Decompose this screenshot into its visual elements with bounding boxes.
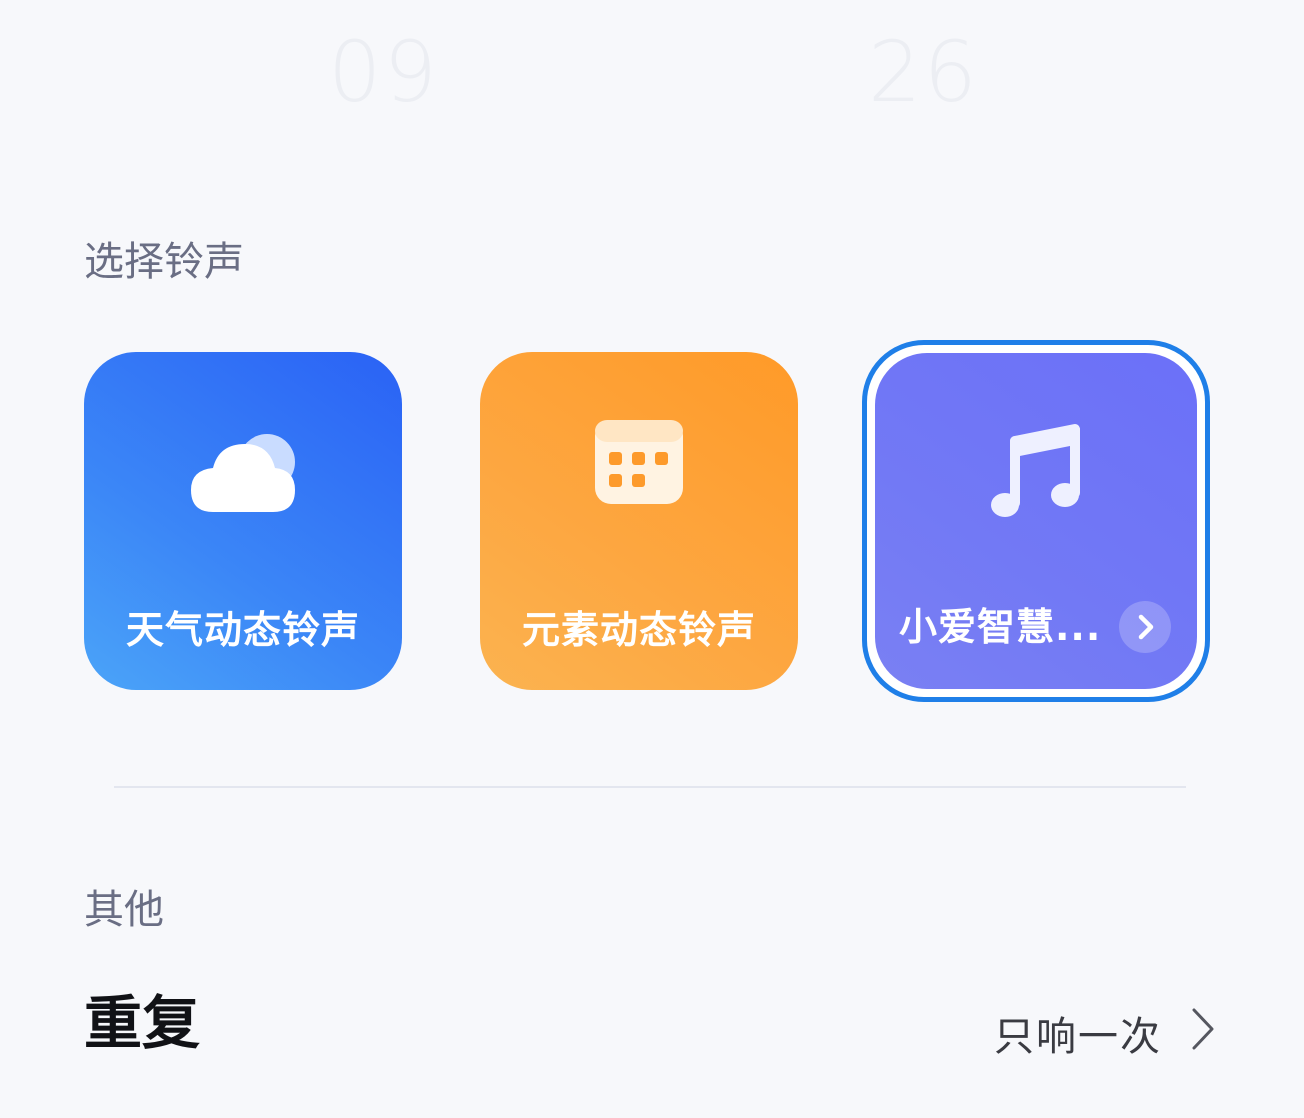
chevron-right-icon: [1138, 614, 1154, 640]
element-ringtone-label: 元素动态铃声: [521, 608, 756, 652]
repeat-label: 重复: [84, 989, 201, 1057]
ringtone-section-title: 选择铃声: [84, 239, 244, 285]
repeat-setting-row[interactable]: 重复 只响一次: [84, 990, 1224, 1064]
xiaoai-ringtone-card[interactable]: 小爱智慧...: [875, 353, 1197, 689]
hours-value[interactable]: 09: [328, 30, 439, 114]
xiaoai-ringtone-card-selected[interactable]: 小爱智慧...: [862, 340, 1210, 702]
xiaoai-ringtone-label: 小爱智慧...: [899, 605, 1102, 649]
other-section-title: 其他: [84, 887, 164, 933]
element-ringtone-card[interactable]: 元素动态铃声: [480, 352, 798, 690]
cloud-icon: [191, 434, 295, 512]
chevron-right-icon: [1192, 1008, 1214, 1050]
xiaoai-more-button[interactable]: [1119, 601, 1171, 653]
weather-ringtone-label: 天气动态铃声: [125, 608, 360, 652]
section-divider: [114, 786, 1186, 788]
weather-ringtone-card[interactable]: 天气动态铃声: [84, 352, 402, 690]
repeat-value: 只响一次: [994, 1014, 1162, 1060]
music-note-icon: [991, 424, 1080, 517]
calendar-grid-icon: [595, 420, 683, 504]
minutes-value[interactable]: 26: [868, 30, 979, 114]
